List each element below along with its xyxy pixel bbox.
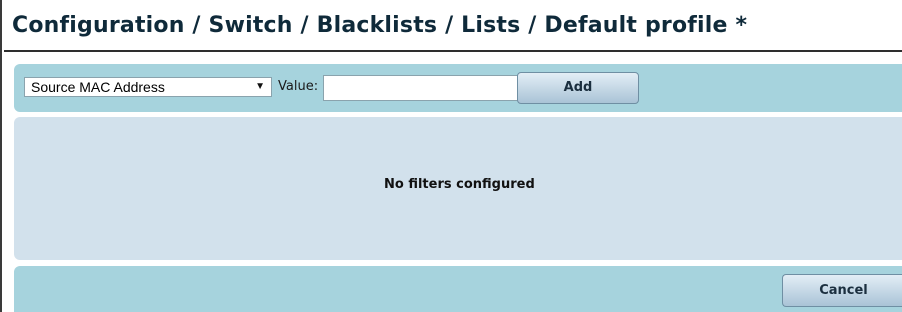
filter-list-panel: No filters configured bbox=[14, 117, 902, 260]
cancel-button[interactable]: Cancel bbox=[782, 274, 902, 307]
chevron-down-icon: ▼ bbox=[255, 81, 265, 92]
filter-type-selected-value: Source MAC Address bbox=[31, 79, 165, 95]
page-title: Configuration / Switch / Blacklists / Li… bbox=[12, 13, 748, 38]
value-input[interactable] bbox=[323, 75, 519, 101]
add-button[interactable]: Add bbox=[517, 72, 639, 104]
empty-state-message: No filters configured bbox=[384, 177, 535, 192]
filter-toolbar: Source MAC Address ▼ Value: Add bbox=[14, 64, 902, 112]
value-label: Value: bbox=[278, 79, 319, 94]
title-divider bbox=[4, 50, 902, 52]
footer-toolbar: Cancel bbox=[14, 266, 902, 312]
filter-type-select[interactable]: Source MAC Address ▼ bbox=[24, 77, 272, 97]
page-frame: Configuration / Switch / Blacklists / Li… bbox=[0, 0, 902, 312]
